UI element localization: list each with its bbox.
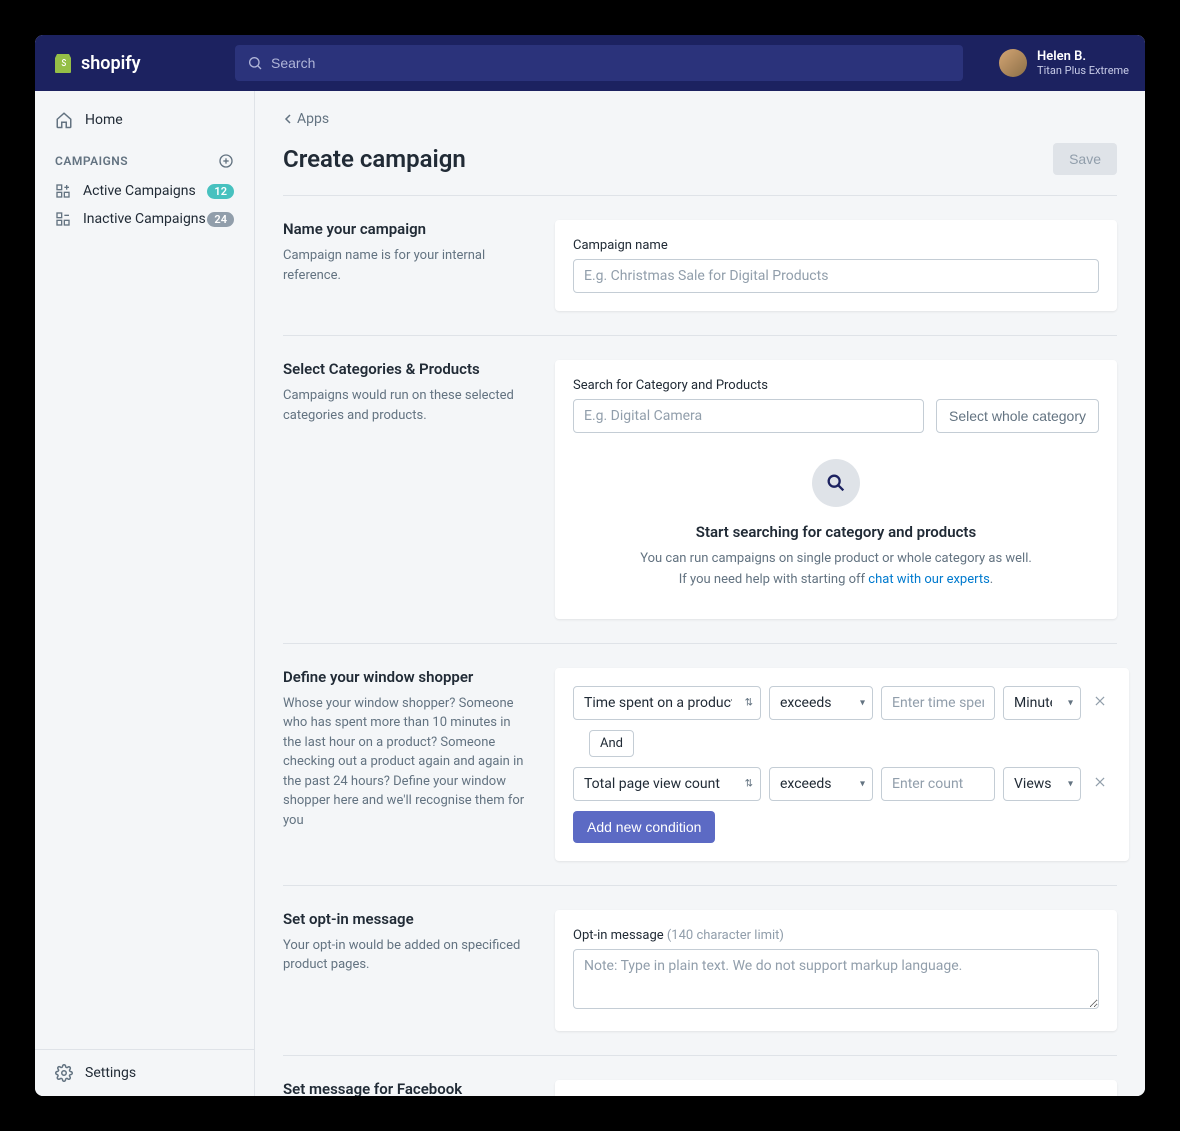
active-badge: 12 [207, 184, 234, 199]
sidebar-inactive-label: Inactive Campaigns [83, 211, 206, 227]
shopify-bag-icon [51, 51, 75, 75]
metric-select[interactable]: Time spent on a product page [573, 686, 761, 720]
section-name-desc: Campaign name is for your internal refer… [283, 246, 531, 285]
profile-menu[interactable]: Helen B. Titan Plus Extreme [979, 49, 1129, 78]
section-shopper-title: Define your window shopper [283, 668, 531, 686]
sidebar-item-inactive-campaigns[interactable]: Inactive Campaigns 24 [35, 205, 254, 233]
card-optin: Opt-in message (140 character limit) [555, 910, 1117, 1031]
chevron-left-icon [283, 114, 293, 124]
value-input[interactable] [881, 686, 995, 720]
condition-row: Total page view count ⇅ exceeds ▾ Views … [573, 767, 1111, 801]
optin-textarea[interactable] [573, 949, 1099, 1009]
card-fb: Message for Facebook Messenger [555, 1080, 1117, 1096]
empty-title: Start searching for category and product… [593, 523, 1079, 541]
select-whole-category-button[interactable]: Select whole category [936, 399, 1099, 433]
section-categories-title: Select Categories & Products [283, 360, 531, 378]
brand-text: shopify [81, 53, 141, 74]
empty-state: Start searching for category and product… [573, 433, 1099, 601]
sidebar-settings-label: Settings [85, 1065, 136, 1081]
remove-condition-button[interactable] [1089, 771, 1111, 797]
category-search-input[interactable] [573, 399, 924, 433]
profile-name: Helen B. [1037, 49, 1129, 65]
page-header: Create campaign Save [283, 135, 1117, 196]
empty-search-icon-circle [812, 459, 860, 507]
optin-label: Opt-in message (140 character limit) [573, 928, 1099, 943]
section-categories-desc: Campaigns would run on these selected ca… [283, 386, 531, 425]
operator-select[interactable]: exceeds [769, 767, 873, 801]
add-campaign-icon[interactable] [218, 153, 234, 169]
topbar: shopify Helen B. Titan Plus Extreme [35, 35, 1145, 91]
inactive-badge: 24 [207, 212, 234, 227]
main-content: Apps Create campaign Save Name your camp… [255, 91, 1145, 1096]
chat-experts-link[interactable]: chat with our experts [868, 572, 990, 587]
section-optin-desc: Your opt-in would be added on specificed… [283, 936, 531, 975]
page-title: Create campaign [283, 145, 466, 173]
sidebar-section-label: CAMPAIGNS [55, 154, 128, 168]
app-window: shopify Helen B. Titan Plus Extreme Home… [35, 35, 1145, 1096]
value-input[interactable] [881, 767, 995, 801]
sidebar-item-settings[interactable]: Settings [35, 1049, 254, 1096]
sidebar-active-label: Active Campaigns [83, 183, 196, 199]
grid-add-icon [55, 183, 71, 199]
search-icon [247, 55, 263, 71]
condition-row: Time spent on a product page ⇅ exceeds ▾… [573, 686, 1111, 720]
section-fb-title: Set message for Facebook Messenger [283, 1080, 531, 1096]
category-search-label: Search for Category and Products [573, 378, 1099, 393]
section-fb-message: Set message for Facebook Messenger This … [283, 1056, 1117, 1096]
section-shopper-desc: Whose your window shopper? Someone who h… [283, 694, 531, 831]
card-name: Campaign name [555, 220, 1117, 311]
close-icon [1093, 694, 1107, 708]
operator-select[interactable]: exceeds [769, 686, 873, 720]
remove-condition-button[interactable] [1089, 690, 1111, 716]
sidebar-item-home[interactable]: Home [35, 103, 254, 137]
section-optin-title: Set opt-in message [283, 910, 531, 928]
breadcrumb[interactable]: Apps [283, 91, 1117, 135]
profile-store: Titan Plus Extreme [1037, 64, 1129, 77]
campaign-name-label: Campaign name [573, 238, 1099, 253]
global-search[interactable] [235, 45, 963, 81]
card-shopper: Time spent on a product page ⇅ exceeds ▾… [555, 668, 1129, 861]
empty-text: You can run campaigns on single product … [593, 549, 1079, 591]
sidebar-home-label: Home [85, 112, 123, 128]
section-name-title: Name your campaign [283, 220, 531, 238]
home-icon [55, 111, 73, 129]
sidebar: Home CAMPAIGNS Active Campaigns 12 Inact… [35, 91, 255, 1096]
sidebar-section-campaigns: CAMPAIGNS [35, 137, 254, 177]
unit-select[interactable]: Views [1003, 767, 1081, 801]
close-icon [1093, 775, 1107, 789]
gear-icon [55, 1064, 73, 1082]
save-button[interactable]: Save [1053, 143, 1117, 175]
metric-select[interactable]: Total page view count [573, 767, 761, 801]
unit-select[interactable]: Minutes [1003, 686, 1081, 720]
section-optin: Set opt-in message Your opt-in would be … [283, 886, 1117, 1056]
avatar [999, 49, 1027, 77]
app-body: Home CAMPAIGNS Active Campaigns 12 Inact… [35, 91, 1145, 1096]
search-icon [825, 472, 847, 494]
campaign-name-input[interactable] [573, 259, 1099, 293]
and-connector: And [589, 730, 634, 757]
sidebar-item-active-campaigns[interactable]: Active Campaigns 12 [35, 177, 254, 205]
section-window-shopper: Define your window shopper Whose your wi… [283, 644, 1117, 886]
search-input[interactable] [271, 55, 951, 71]
brand-logo[interactable]: shopify [51, 51, 219, 75]
section-name-campaign: Name your campaign Campaign name is for … [283, 196, 1117, 336]
breadcrumb-label: Apps [297, 111, 329, 127]
grid-remove-icon [55, 211, 71, 227]
section-categories: Select Categories & Products Campaigns w… [283, 336, 1117, 644]
add-condition-button[interactable]: Add new condition [573, 811, 715, 843]
card-categories: Search for Category and Products Select … [555, 360, 1117, 619]
